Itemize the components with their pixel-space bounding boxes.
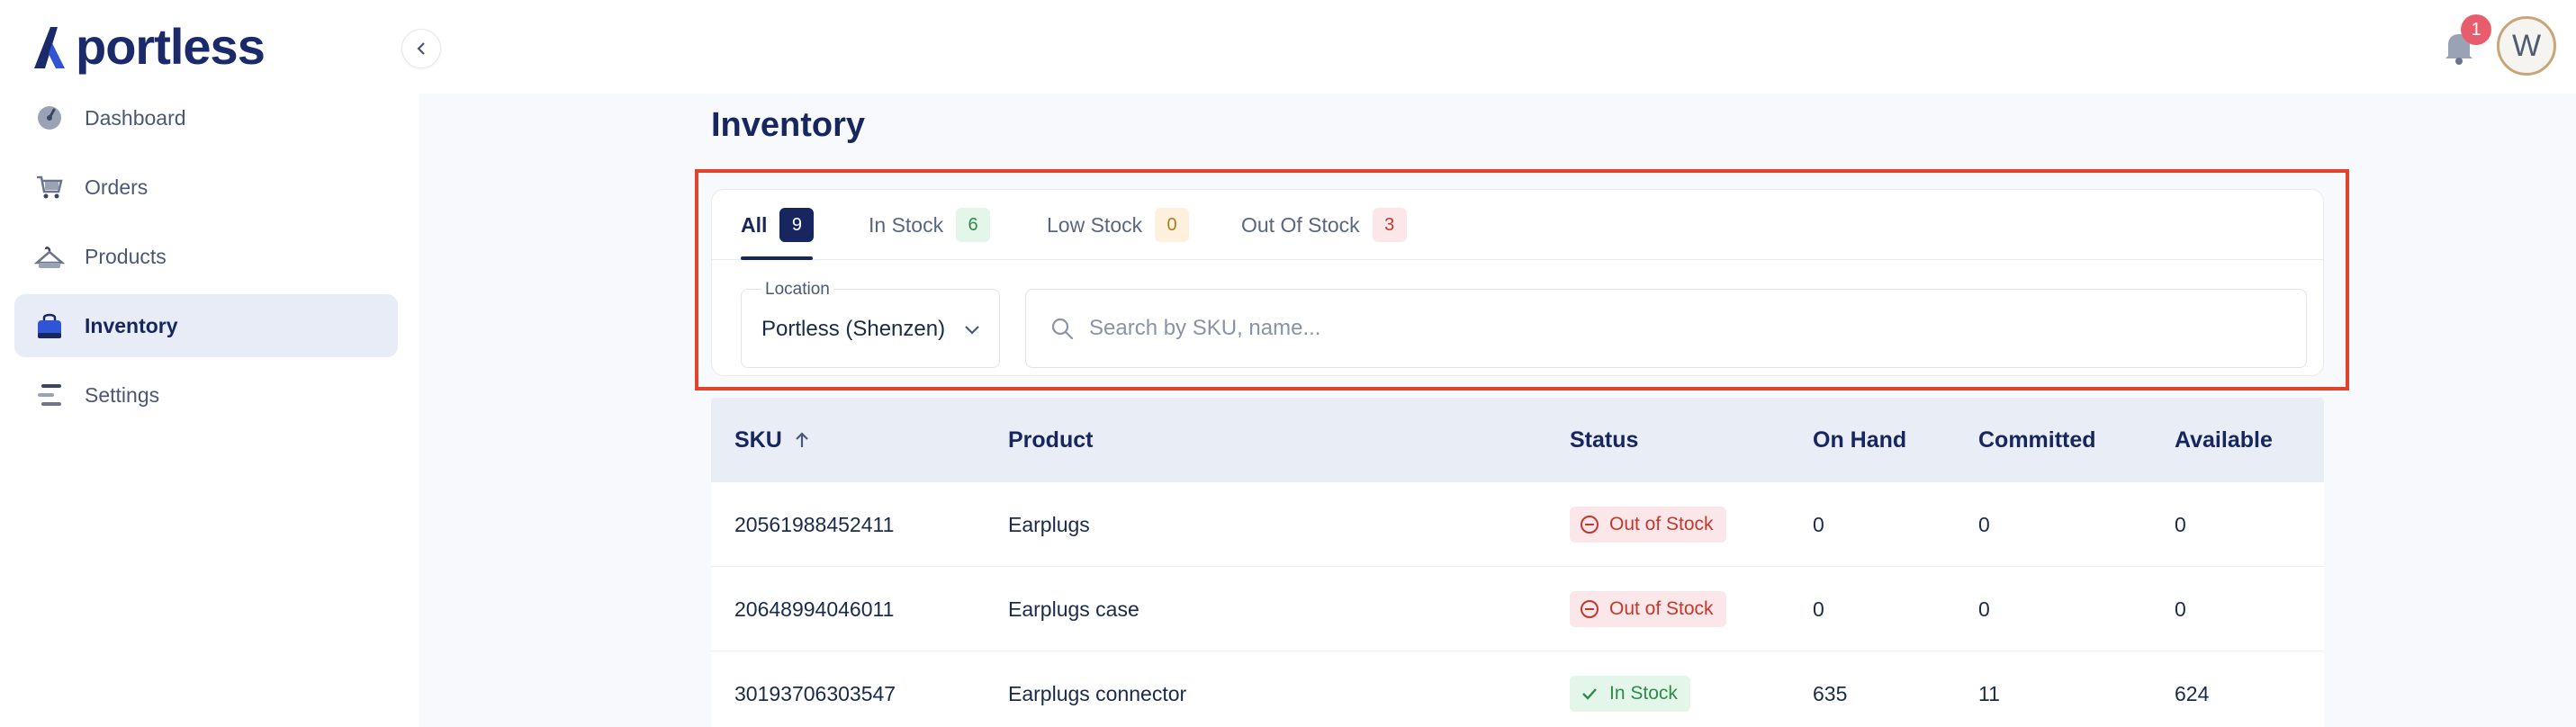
- sidebar-item-dashboard[interactable]: Dashboard: [14, 86, 398, 149]
- status-label: Out of Stock: [1609, 598, 1714, 619]
- table-row[interactable]: 20648994046011 Earplugs case Out of Stoc…: [711, 567, 2324, 651]
- column-header-on-hand[interactable]: On Hand: [1813, 427, 1906, 453]
- portless-logo[interactable]: portless: [31, 18, 266, 75]
- product-cell: Earplugs case: [1008, 597, 1139, 621]
- tab-low-stock[interactable]: Low Stock 0: [1047, 208, 1190, 242]
- available-cell: 0: [2175, 512, 2186, 536]
- committed-cell: 0: [1978, 597, 1990, 621]
- column-header-label: Status: [1570, 426, 1639, 453]
- sidebar-item-label: Products: [85, 244, 167, 268]
- tab-all[interactable]: All 9: [741, 208, 815, 242]
- column-header-label: Committed: [1978, 426, 2096, 453]
- column-header-label: Product: [1008, 426, 1094, 453]
- tab-label: Low Stock: [1047, 212, 1143, 237]
- column-header-label: Available: [2175, 426, 2273, 453]
- product-cell: Earplugs: [1008, 512, 1090, 536]
- avatar[interactable]: W: [2497, 16, 2556, 76]
- chevron-left-icon: [417, 42, 425, 55]
- status-tabs: All 9 In Stock 6 Low Stock 0 Out Of Stoc…: [712, 190, 2323, 260]
- status-badge: In Stock: [1570, 676, 1690, 712]
- on-hand-cell: 0: [1813, 512, 1824, 536]
- sidebar-item-label: Settings: [85, 382, 160, 407]
- chevron-down-icon: [965, 326, 979, 335]
- product-cell: Earplugs connector: [1008, 681, 1187, 705]
- page-title: Inventory: [711, 106, 866, 144]
- tab-count-badge: 6: [956, 208, 991, 242]
- top-bar: 1 W: [419, 0, 2576, 94]
- sidebar-item-settings[interactable]: Settings: [14, 364, 398, 426]
- location-label: Location: [761, 280, 833, 300]
- column-header-available[interactable]: Available: [2175, 427, 2273, 453]
- brand-name: portless: [76, 18, 266, 75]
- sidebar-item-orders[interactable]: Orders: [14, 156, 398, 219]
- tab-count-badge: 0: [1155, 208, 1190, 242]
- active-tab-indicator: [741, 256, 813, 260]
- status-cell: In Stock: [1570, 651, 1690, 727]
- column-header-label: On Hand: [1813, 426, 1907, 453]
- tab-label: All: [741, 212, 768, 237]
- sidebar-item-inventory[interactable]: Inventory: [14, 294, 398, 357]
- column-header-product[interactable]: Product: [1008, 427, 1093, 453]
- on-hand-cell: 635: [1813, 681, 1848, 705]
- status-cell: Out of Stock: [1570, 567, 1726, 651]
- tab-count-badge: 9: [779, 208, 815, 242]
- location-select[interactable]: Location Portless (Shenzen): [741, 280, 1000, 368]
- tab-count-badge: 3: [1372, 208, 1407, 242]
- sidebar-nav: Dashboard Orders Products Inventory Sett…: [14, 86, 398, 433]
- sku-cell: 30193706303547: [734, 681, 896, 705]
- dashboard-icon: [34, 103, 65, 133]
- sidebar-item-label: Dashboard: [85, 105, 186, 130]
- check-icon: [1582, 688, 1597, 700]
- minus-circle-icon: [1581, 600, 1599, 618]
- portless-logo-icon: [34, 27, 65, 68]
- status-label: In Stock: [1609, 683, 1678, 704]
- tab-label: Out Of Stock: [1241, 212, 1360, 237]
- sku-cell: 20648994046011: [734, 597, 895, 621]
- sidebar-item-label: Inventory: [85, 313, 178, 337]
- sku-cell: 20561988452411: [734, 512, 895, 536]
- status-badge: Out of Stock: [1570, 591, 1726, 627]
- sidebar: portless Dashboard Orders Products Inven…: [0, 0, 419, 727]
- sort-ascending-icon: [796, 432, 808, 447]
- collapse-sidebar-button[interactable]: [401, 29, 441, 68]
- location-value: Portless (Shenzen): [761, 317, 946, 341]
- filter-card: All 9 In Stock 6 Low Stock 0 Out Of Stoc…: [711, 189, 2324, 376]
- column-header-committed[interactable]: Committed: [1978, 427, 2096, 453]
- status-label: Out of Stock: [1609, 514, 1714, 534]
- inventory-table: SKU Product Status On Hand Committed Ava…: [711, 398, 2324, 727]
- table-row[interactable]: 30193706303547 Earplugs connector In Sto…: [711, 651, 2324, 727]
- search-icon: [1051, 318, 1074, 340]
- column-header-sku[interactable]: SKU: [734, 427, 813, 453]
- settings-lines-icon: [34, 380, 65, 410]
- hanger-icon: [34, 241, 65, 272]
- avatar-initial: W: [2511, 28, 2542, 63]
- committed-cell: 11: [1978, 681, 2000, 705]
- table-header: SKU Product Status On Hand Committed Ava…: [711, 398, 2324, 482]
- cart-icon: [34, 172, 65, 202]
- main-content: 1 W Inventory All 9 In Stock 6 Low Stock…: [419, 0, 2576, 727]
- column-header-status[interactable]: Status: [1570, 427, 1638, 453]
- status-badge: Out of Stock: [1570, 507, 1726, 543]
- search-field: [1025, 289, 2307, 368]
- on-hand-cell: 0: [1813, 597, 1824, 621]
- minus-circle-icon: [1581, 516, 1599, 534]
- available-cell: 0: [2175, 597, 2186, 621]
- status-cell: Out of Stock: [1570, 482, 1726, 567]
- bag-icon: [34, 310, 65, 341]
- sidebar-item-products[interactable]: Products: [14, 225, 398, 288]
- tab-label: In Stock: [869, 212, 944, 237]
- committed-cell: 0: [1978, 512, 1990, 536]
- column-header-label: SKU: [734, 426, 782, 453]
- table-row[interactable]: 20561988452411 Earplugs Out of Stock 0 0…: [711, 482, 2324, 567]
- notification-badge: 1: [2461, 14, 2491, 45]
- tab-in-stock[interactable]: In Stock 6: [869, 208, 991, 242]
- search-input[interactable]: [1089, 316, 2259, 341]
- sidebar-item-label: Orders: [85, 175, 149, 199]
- available-cell: 624: [2175, 681, 2210, 705]
- tab-out-of-stock[interactable]: Out Of Stock 3: [1241, 208, 1407, 242]
